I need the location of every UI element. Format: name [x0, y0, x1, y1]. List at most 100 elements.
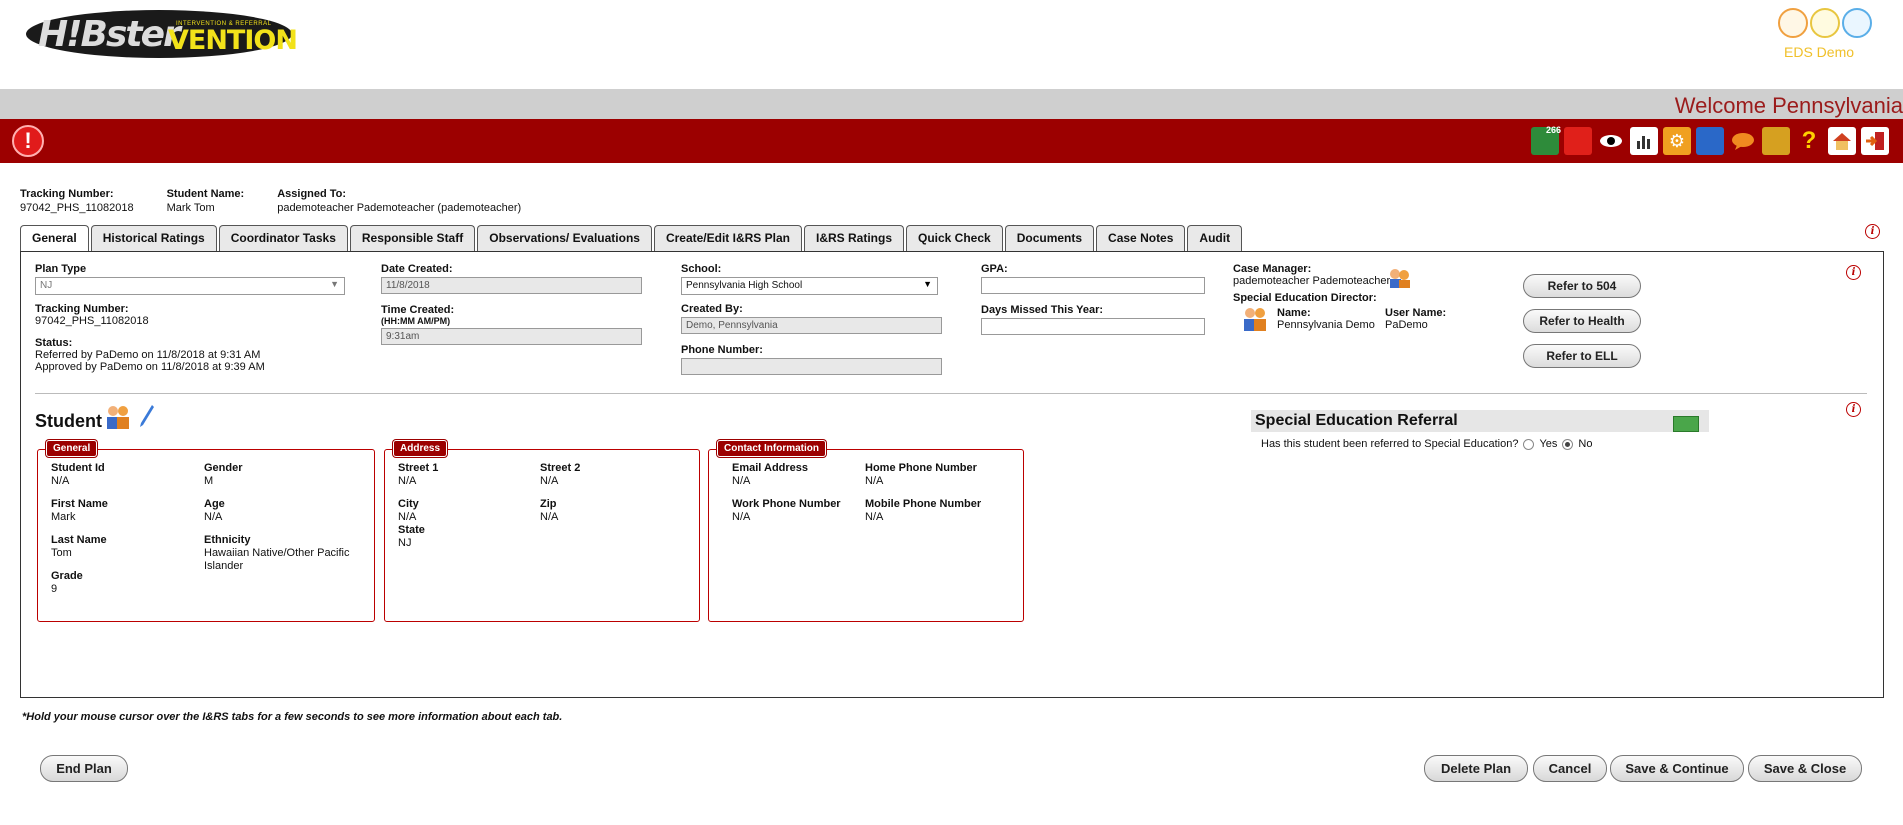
save-close-button[interactable]: Save & Close — [1748, 755, 1862, 782]
created-by-label: Created By: — [681, 303, 743, 315]
report-icon[interactable] — [1630, 127, 1658, 155]
sped-referral-question: Has this student been referred to Specia… — [1261, 438, 1519, 450]
sped-yes-label: Yes — [1539, 438, 1558, 450]
eye-icon[interactable] — [1597, 127, 1625, 155]
days-missed-input[interactable] — [981, 318, 1205, 335]
refer-ell-button[interactable]: Refer to ELL — [1523, 344, 1641, 368]
plan-type-label: Plan Type — [35, 263, 87, 275]
assign-staff-icon[interactable] — [1387, 267, 1411, 289]
school-value: Pennsylvania High School — [686, 280, 803, 291]
phone-number-label: Phone Number: — [681, 344, 763, 356]
cancel-button[interactable]: Cancel — [1533, 755, 1607, 782]
tabs-info-icon[interactable]: i — [1865, 224, 1880, 239]
city-label: City — [398, 498, 419, 510]
save-continue-button[interactable]: Save & Continue — [1610, 755, 1744, 782]
school-select[interactable]: Pennsylvania High School ▼ — [681, 277, 938, 295]
created-by-field: Created By: Demo, Pennsylvania — [681, 303, 942, 334]
envelope-icon[interactable] — [1673, 416, 1699, 432]
tab-general[interactable]: General — [20, 225, 89, 252]
tab-create-edit-plan[interactable]: Create/Edit I&RS Plan — [653, 225, 802, 251]
tracking-number-label: Tracking Number: — [35, 303, 129, 315]
section-divider — [35, 393, 1867, 394]
age-label: Age — [204, 498, 225, 510]
chat-icon[interactable] — [1729, 127, 1757, 155]
sped-referral-title: Special Education Referral — [1255, 412, 1458, 429]
days-missed-label: Days Missed This Year: — [981, 304, 1104, 316]
tab-documents[interactable]: Documents — [1004, 225, 1095, 251]
last-name-label: Last Name — [51, 534, 107, 546]
people-icon[interactable] — [1696, 127, 1724, 155]
help-icon[interactable]: ? — [1795, 127, 1823, 155]
gear-icon[interactable]: ⚙ — [1663, 127, 1691, 155]
general-info-icon[interactable]: i — [1846, 265, 1861, 280]
sped-yes-radio[interactable] — [1523, 438, 1535, 450]
tab-audit[interactable]: Audit — [1187, 225, 1243, 251]
sped-info-icon[interactable]: i — [1846, 402, 1861, 417]
summary-student-label: Student Name: — [166, 188, 245, 200]
refer-health-button[interactable]: Refer to Health — [1523, 309, 1641, 333]
mobile-phone-value: N/A — [865, 511, 884, 523]
student-general-box: General Student Id N/A Gender M First Na… — [37, 440, 375, 622]
street1-label: Street 1 — [398, 462, 439, 474]
state-value: NJ — [398, 537, 412, 549]
inbox-count-badge: 266 — [1545, 125, 1561, 135]
books-icon[interactable] — [1762, 127, 1790, 155]
phone-number-input[interactable] — [681, 358, 942, 375]
street1-field: Street 1 N/A — [398, 462, 438, 488]
state-label: State — [398, 524, 425, 536]
gpa-input[interactable] — [981, 277, 1205, 294]
student-address-box: Address Street 1 N/A Street 2 N/A City N… — [384, 440, 700, 622]
app-logo: H!Bster INTERVENTION & REFERRAL VENTION — [26, 6, 298, 62]
chevron-down-icon: ▼ — [330, 279, 339, 289]
tab-irs-ratings[interactable]: I&RS Ratings — [803, 225, 904, 251]
ethnicity-value: Hawaiian Native/Other Pacific Islander — [204, 547, 350, 572]
first-name-label: First Name — [51, 498, 108, 510]
tab-historical-ratings[interactable]: Historical Ratings — [90, 225, 217, 251]
end-plan-button[interactable]: End Plan — [40, 755, 128, 782]
welcome-message: Welcome Pennsylvania — [1674, 93, 1903, 118]
delete-plan-button[interactable]: Delete Plan — [1424, 755, 1528, 782]
plan-type-select[interactable]: NJ ▼ — [35, 277, 345, 295]
tab-observations-evaluations[interactable]: Observations/ Evaluations — [477, 225, 652, 251]
last-name-value: Tom — [51, 547, 72, 559]
street2-field: Street 2 N/A — [540, 462, 580, 488]
time-created-input[interactable]: 9:31am — [381, 328, 642, 345]
tab-quick-check[interactable]: Quick Check — [906, 225, 1003, 251]
student-address-tag: Address — [393, 440, 448, 457]
created-by-input[interactable]: Demo, Pennsylvania — [681, 317, 942, 334]
gpa-field: GPA: — [981, 263, 1205, 294]
refer-504-button[interactable]: Refer to 504 — [1523, 274, 1641, 298]
gender-field: Gender M — [204, 462, 243, 488]
work-phone-value: N/A — [732, 511, 751, 523]
home-icon[interactable] — [1828, 127, 1856, 155]
city-field: City N/A — [398, 498, 419, 524]
status-field: Status: Referred by PaDemo on 11/8/2018 … — [35, 337, 265, 373]
home-phone-label: Home Phone Number — [865, 462, 977, 474]
logout-icon[interactable] — [1861, 127, 1889, 155]
welcome-band — [0, 89, 1903, 119]
student-general-tag: General — [46, 440, 98, 457]
summary-tracking-value: 97042_PHS_11082018 — [20, 202, 134, 214]
student-people-icon — [103, 404, 133, 430]
case-manager-value: pademoteacher Pademoteacher — [1233, 275, 1391, 287]
summary-student: Student Name: Mark Tom — [167, 188, 245, 214]
student-contact-tag: Contact Information — [717, 440, 826, 457]
home-phone-field: Home Phone Number N/A — [865, 462, 977, 488]
tab-coordinator-tasks[interactable]: Coordinator Tasks — [218, 225, 348, 251]
date-created-field: Date Created: 11/8/2018 — [381, 263, 642, 294]
sped-no-radio[interactable] — [1562, 438, 1574, 450]
main-toolbar: ! 266 ⚙ ? — [0, 119, 1903, 163]
zip-field: Zip N/A — [540, 498, 558, 524]
folder-icon[interactable] — [1564, 127, 1592, 155]
plan-summary: Tracking Number: 97042_PHS_11082018 Stud… — [20, 188, 521, 214]
summary-student-value: Mark Tom — [166, 202, 215, 214]
status-approved: Approved by PaDemo on 11/8/2018 at 9:39 … — [35, 361, 265, 373]
eds-demo-logo: EDS Demo — [1772, 2, 1882, 64]
tab-responsible-staff[interactable]: Responsible Staff — [349, 225, 476, 251]
inbox-icon[interactable]: 266 — [1531, 125, 1561, 155]
alert-icon[interactable]: ! — [12, 125, 44, 157]
edit-pencil-icon[interactable] — [139, 404, 155, 428]
tab-case-notes[interactable]: Case Notes — [1096, 225, 1186, 251]
sped-referral-header: Special Education Referral — [1251, 410, 1709, 432]
date-created-input[interactable]: 11/8/2018 — [381, 277, 642, 294]
